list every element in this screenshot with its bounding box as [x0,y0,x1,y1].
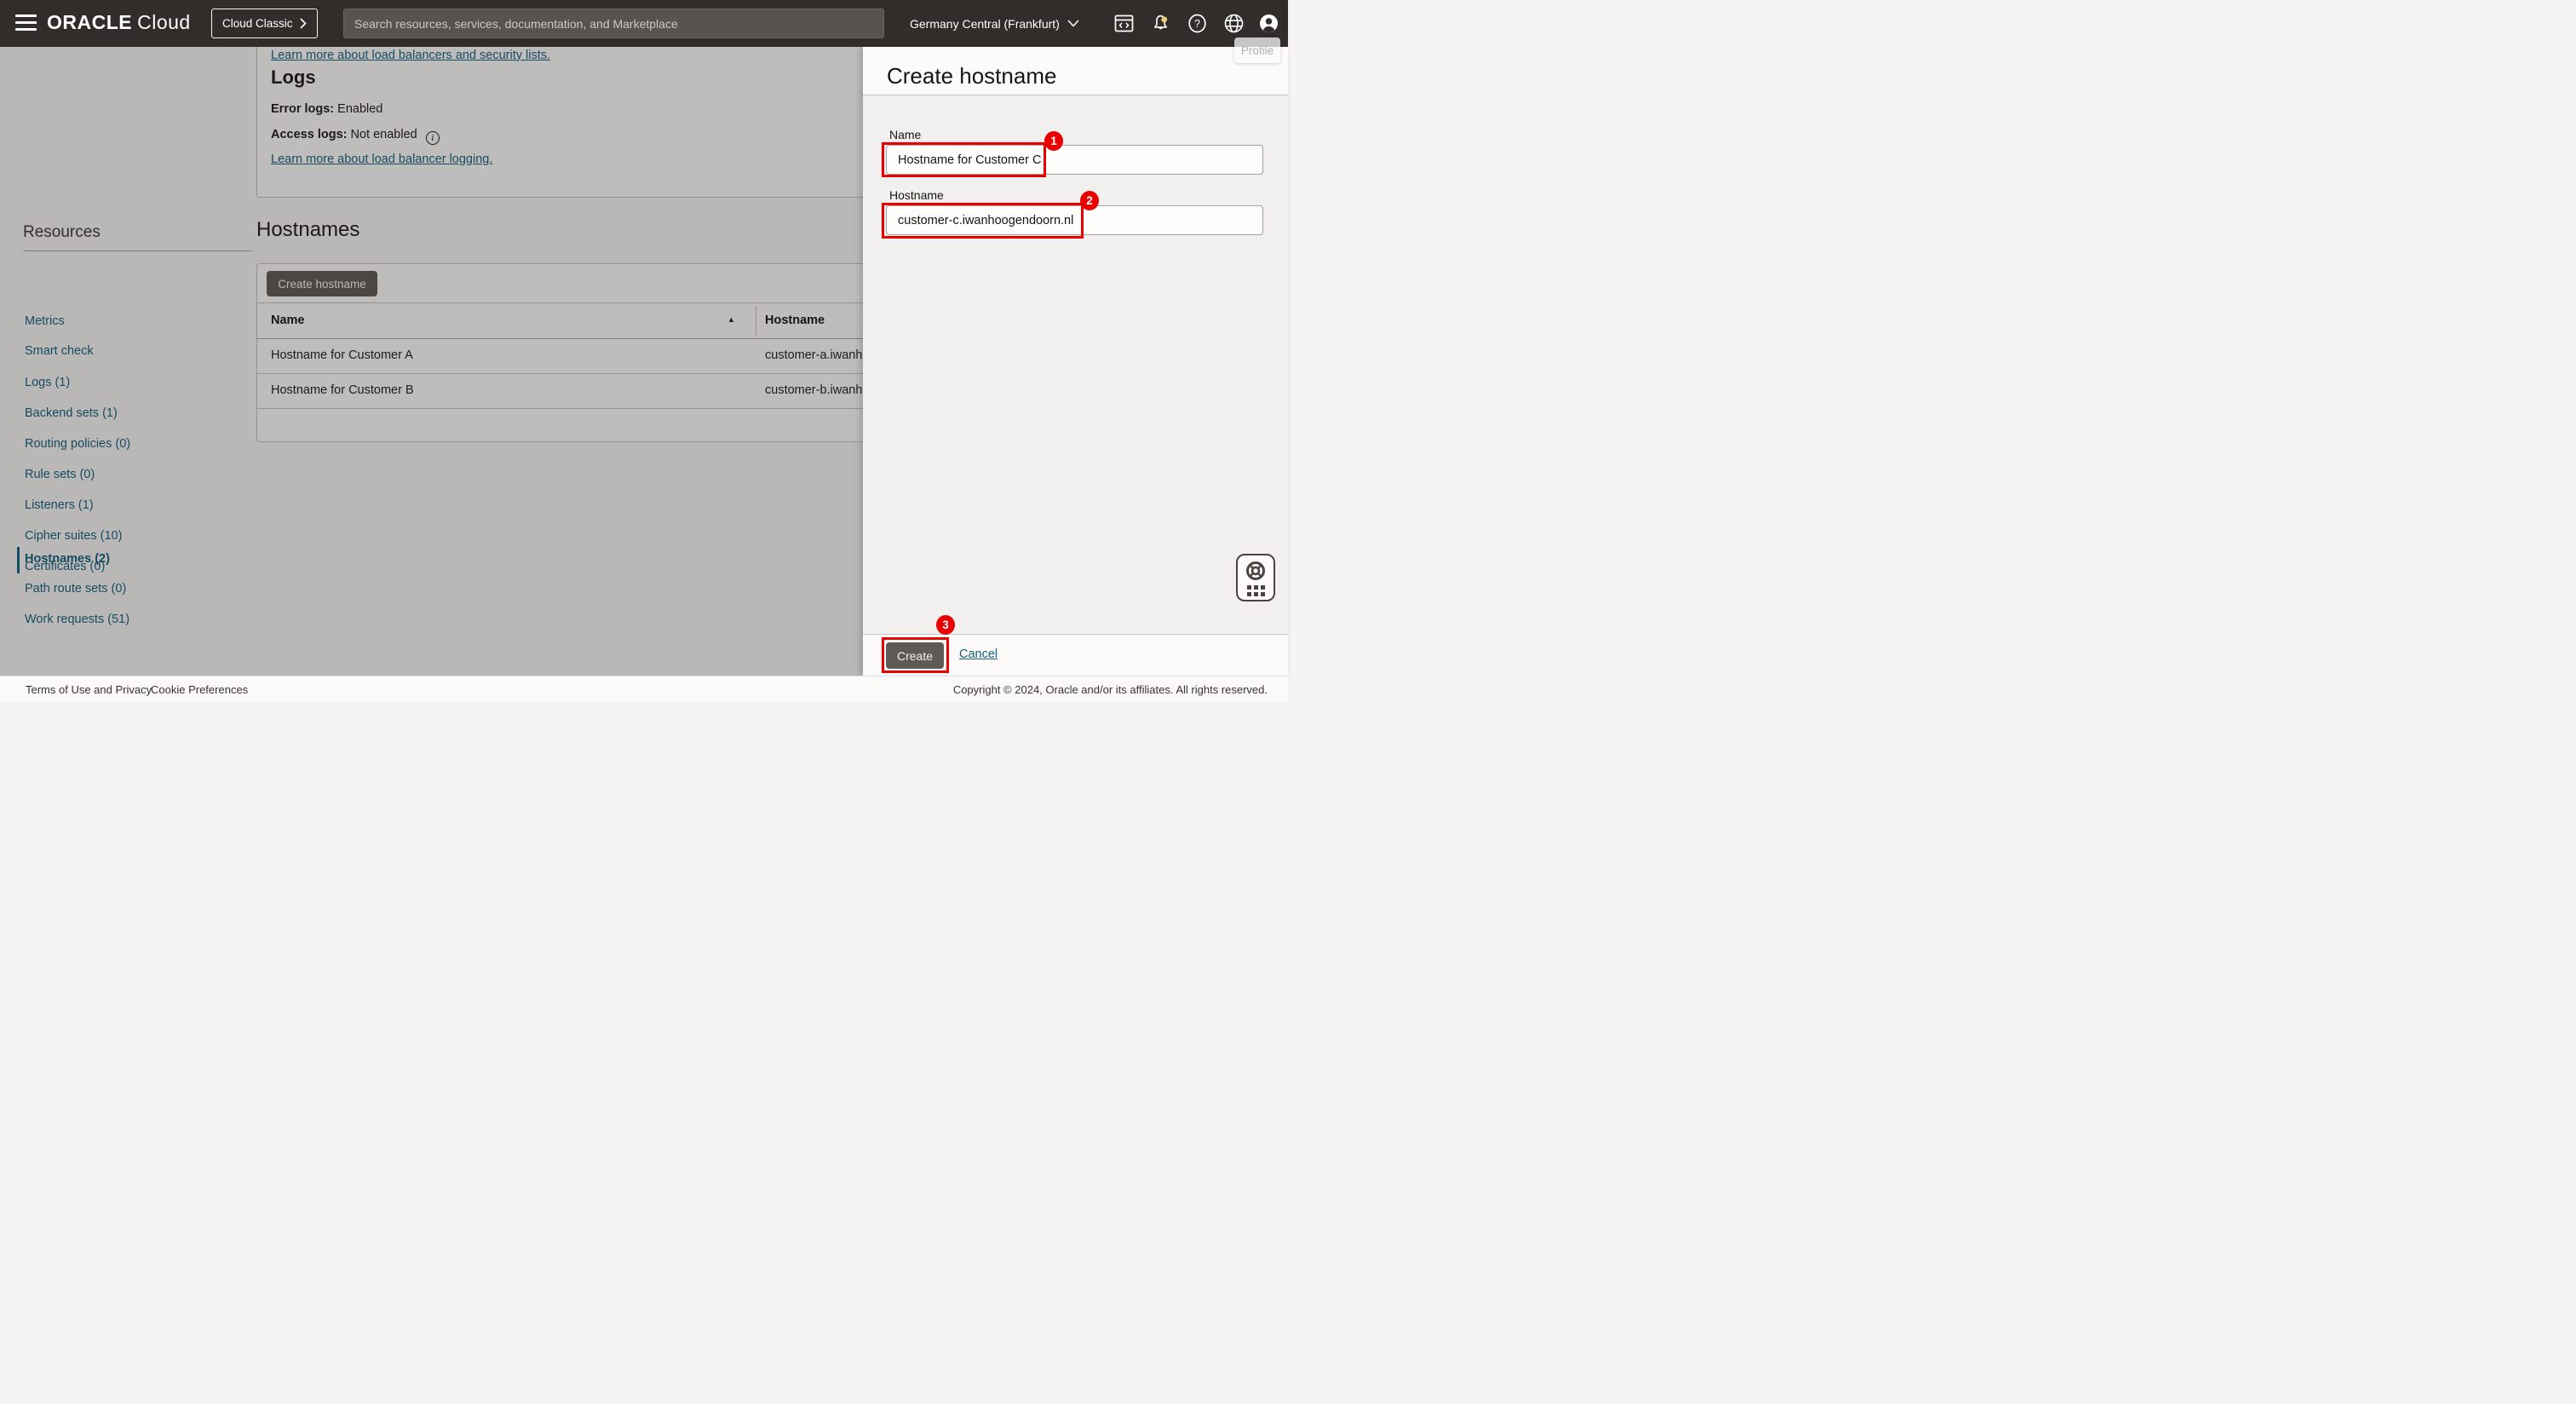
global-search-input[interactable] [343,9,884,38]
sidebar-item-metrics[interactable]: Metrics [25,314,65,331]
hostname-field-label: Hostname [889,188,944,202]
cancel-link[interactable]: Cancel [959,647,998,661]
apps-grid-icon [1247,585,1265,596]
sort-ascending-icon[interactable]: ▲ [727,315,735,324]
error-logs-label: Error logs: [271,102,334,116]
sidebar-item-work-requests[interactable]: Work requests (51) [25,613,129,629]
error-logs-value: Enabled [337,102,382,116]
notifications-bell-icon[interactable] [1151,14,1170,33]
resources-divider [23,250,251,251]
column-header-hostname[interactable]: Hostname [765,314,825,327]
profile-tooltip: Profile [1234,37,1280,63]
developer-console-icon[interactable] [1114,14,1134,33]
terms-link[interactable]: Terms of Use and Privacy [26,683,152,696]
access-logs-row: Access logs: Not enabled i [271,128,440,145]
active-item-indicator [17,547,20,573]
chevron-down-icon [1067,20,1079,27]
create-button[interactable]: Create [886,642,944,669]
create-hostname-panel: Create hostname Name Hostname Create Can… [863,47,1288,676]
sidebar-item-listeners[interactable]: Listeners (1) [25,498,94,515]
panel-title: Create hostname [887,63,1056,89]
name-input[interactable] [886,145,1263,175]
help-icon[interactable]: ? [1187,14,1207,33]
error-logs-row: Error logs: Enabled [271,102,382,116]
sidebar-item-path-route-sets[interactable]: Path route sets (0) [25,582,126,598]
cloud-classic-button[interactable]: Cloud Classic [211,9,318,38]
sidebar-item-routing-policies[interactable]: Routing policies (0) [25,437,130,453]
top-navigation-bar: ORACLECloud Cloud Classic Germany Centra… [0,0,1288,47]
cloud-classic-label: Cloud Classic [222,17,293,30]
oracle-cloud-logo[interactable]: ORACLECloud [47,11,191,34]
chevron-right-icon [300,18,307,29]
logs-heading: Logs [271,66,316,89]
sidebar-item-backend-sets[interactable]: Backend sets (1) [25,406,118,423]
create-hostname-button[interactable]: Create hostname [267,271,377,296]
page-footer: Terms of Use and Privacy Cookie Preferen… [0,676,1288,702]
sidebar-item-cipher-suites[interactable]: Cipher suites (10) [25,529,122,545]
cell-name: Hostname for Customer B [271,383,414,397]
learn-more-security-lists-link[interactable]: Learn more about load balancers and secu… [271,49,550,62]
hostnames-heading: Hostnames [256,218,359,242]
sidebar-item-rule-sets[interactable]: Rule sets (0) [25,468,95,484]
info-icon[interactable]: i [426,131,440,145]
sidebar-item-hostnames[interactable]: Hostnames (2) [25,552,110,568]
sidebar-item-smart-check[interactable]: Smart check [25,344,94,360]
profile-avatar-icon[interactable] [1259,14,1279,33]
sidebar-item-logs[interactable]: Logs (1) [25,376,70,392]
svg-text:?: ? [1194,18,1200,30]
name-field-label: Name [889,128,921,141]
hostname-input[interactable] [886,205,1263,235]
learn-more-logging-link[interactable]: Learn more about load balancer logging. [271,152,492,166]
panel-footer: Create Cancel [863,634,1288,676]
cell-name: Hostname for Customer A [271,348,413,362]
cookie-preferences-link[interactable]: Cookie Preferences [151,683,248,696]
help-widget-button[interactable] [1236,554,1275,601]
resources-heading: Resources [23,223,101,242]
brand-oracle: ORACLE [47,11,132,33]
language-globe-icon[interactable] [1224,14,1244,33]
brand-cloud: Cloud [137,11,191,33]
copyright-text: Copyright © 2024, Oracle and/or its affi… [953,683,1268,696]
column-header-name[interactable]: Name [271,314,305,327]
notification-dot [1161,16,1167,22]
access-logs-value: Not enabled [351,128,417,141]
access-logs-label: Access logs: [271,128,347,141]
lifebuoy-icon [1245,560,1267,582]
region-label: Germany Central (Frankfurt) [910,17,1060,31]
hamburger-menu-icon[interactable] [15,14,37,32]
region-selector[interactable]: Germany Central (Frankfurt) [910,0,1079,47]
panel-header: Create hostname [863,47,1288,95]
